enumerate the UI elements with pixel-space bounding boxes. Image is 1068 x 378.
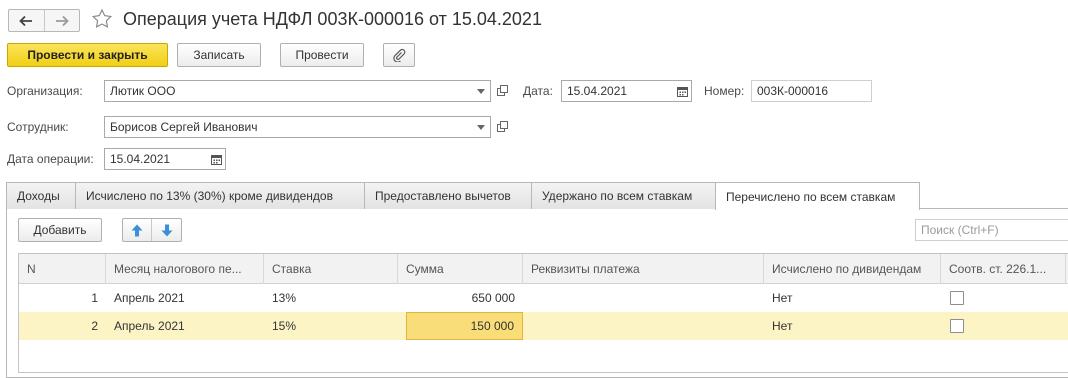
date-label: Дата: bbox=[523, 84, 553, 98]
employee-value: Борисов Сергей Иванович bbox=[110, 120, 258, 134]
favorite-star-icon[interactable] bbox=[91, 8, 113, 30]
search-placeholder: Поиск (Ctrl+F) bbox=[921, 223, 999, 237]
forward-button[interactable] bbox=[43, 10, 79, 31]
post-button[interactable]: Провести bbox=[280, 43, 364, 67]
chevron-down-icon bbox=[477, 88, 485, 94]
operation-date-value: 15.04.2021 bbox=[110, 152, 171, 166]
navigation-group bbox=[8, 9, 80, 32]
tab-bar: Доходы Исчислено по 13% (30%) кроме диви… bbox=[6, 182, 920, 210]
open-window-icon bbox=[497, 121, 508, 132]
cell-dividends: Нет bbox=[772, 291, 793, 305]
back-button[interactable] bbox=[9, 10, 44, 31]
art-226-checkbox[interactable] bbox=[950, 319, 964, 333]
tab-withheld[interactable]: Удержано по всем ставкам bbox=[531, 182, 716, 209]
arrow-left-icon bbox=[19, 15, 33, 26]
column-header-rate[interactable]: Ставка bbox=[264, 254, 398, 284]
arrow-down-icon bbox=[161, 224, 172, 236]
chevron-down-icon bbox=[477, 124, 485, 130]
organization-value: Лютик ООО bbox=[110, 84, 176, 98]
move-down-button[interactable] bbox=[152, 219, 181, 241]
number-label: Номер: bbox=[704, 84, 745, 98]
title-bar: Операция учета НДФЛ 003К-000016 от 15.04… bbox=[0, 0, 1068, 42]
table-row[interactable]: 1 Апрель 2021 13% 650 000 Нет bbox=[19, 284, 1068, 312]
calendar-icon bbox=[210, 154, 222, 165]
date-value: 15.04.2021 bbox=[567, 84, 628, 98]
number-field[interactable]: 003К-000016 bbox=[751, 80, 872, 102]
calendar-icon bbox=[676, 86, 688, 97]
organization-field[interactable]: Лютик ООО bbox=[104, 80, 491, 102]
date-field[interactable]: 15.04.2021 bbox=[561, 80, 692, 102]
cell-month: Апрель 2021 bbox=[114, 291, 185, 305]
employee-label: Сотрудник: bbox=[7, 120, 69, 134]
organization-label: Организация: bbox=[7, 84, 83, 98]
column-header-month[interactable]: Месяц налогового пе... bbox=[106, 254, 264, 284]
cell-sum[interactable]: 650 000 bbox=[398, 284, 523, 312]
cell-rate: 15% bbox=[272, 319, 297, 333]
payments-table: N Месяц налогового пе... Ставка Сумма Ре… bbox=[18, 253, 1068, 373]
operation-date-field[interactable]: 15.04.2021 bbox=[104, 148, 226, 170]
cell-month: Апрель 2021 bbox=[114, 319, 185, 333]
employee-field[interactable]: Борисов Сергей Иванович bbox=[104, 116, 491, 138]
move-buttons-group bbox=[122, 218, 182, 242]
paperclip-icon bbox=[393, 48, 406, 62]
cell-payment-details[interactable] bbox=[523, 312, 764, 340]
organization-dropdown-button[interactable] bbox=[472, 81, 490, 101]
column-header-art-226[interactable]: Соотв. ст. 226.1... bbox=[941, 254, 1066, 284]
date-calendar-button[interactable] bbox=[673, 81, 691, 101]
tab-transferred[interactable]: Перечислено по всем ставкам bbox=[715, 182, 920, 210]
document-title: Операция учета НДФЛ 003К-000016 от 15.04… bbox=[123, 9, 542, 29]
column-header-payment-details[interactable]: Реквизиты платежа bbox=[523, 254, 764, 284]
post-and-close-button[interactable]: Провести и закрыть bbox=[7, 43, 168, 67]
search-input[interactable]: Поиск (Ctrl+F) bbox=[915, 219, 1068, 241]
number-value: 003К-000016 bbox=[757, 84, 829, 98]
add-button[interactable]: Добавить bbox=[18, 218, 102, 242]
cell-payment-details[interactable] bbox=[523, 284, 764, 312]
employee-dropdown-button[interactable] bbox=[472, 117, 490, 137]
operation-date-calendar-button[interactable] bbox=[207, 149, 225, 169]
move-up-button[interactable] bbox=[123, 219, 152, 241]
tab-deductions[interactable]: Предоставлено вычетов bbox=[364, 182, 532, 209]
cell-rate: 13% bbox=[272, 291, 297, 305]
arrow-up-icon bbox=[131, 224, 143, 236]
operation-date-label: Дата операции: bbox=[7, 152, 94, 166]
organization-open-button[interactable] bbox=[494, 80, 512, 102]
column-header-dividends[interactable]: Исчислено по дивидендам bbox=[764, 254, 941, 284]
cell-dividends: Нет bbox=[772, 319, 793, 333]
save-button[interactable]: Записать bbox=[177, 43, 261, 67]
cell-art-226 bbox=[941, 312, 1066, 340]
attach-file-button[interactable] bbox=[383, 43, 415, 67]
cell-n: 1 bbox=[91, 291, 98, 305]
column-header-sum[interactable]: Сумма bbox=[398, 254, 523, 284]
table-header: N Месяц налогового пе... Ставка Сумма Ре… bbox=[19, 254, 1068, 284]
table-row-selected[interactable]: 2 Апрель 2021 15% 150 000 Нет bbox=[19, 312, 1068, 340]
employee-open-button[interactable] bbox=[494, 116, 512, 138]
tab-calculated-13[interactable]: Исчислено по 13% (30%) кроме дивидендов bbox=[75, 182, 365, 209]
tab-income[interactable]: Доходы bbox=[6, 182, 76, 209]
cell-n: 2 bbox=[91, 319, 98, 333]
cell-art-226 bbox=[941, 284, 1066, 312]
art-226-checkbox[interactable] bbox=[950, 291, 964, 305]
cell-sum-current[interactable]: 150 000 bbox=[406, 312, 523, 340]
arrow-right-icon bbox=[55, 15, 69, 26]
open-window-icon bbox=[497, 85, 508, 96]
column-header-n[interactable]: N bbox=[19, 254, 106, 284]
